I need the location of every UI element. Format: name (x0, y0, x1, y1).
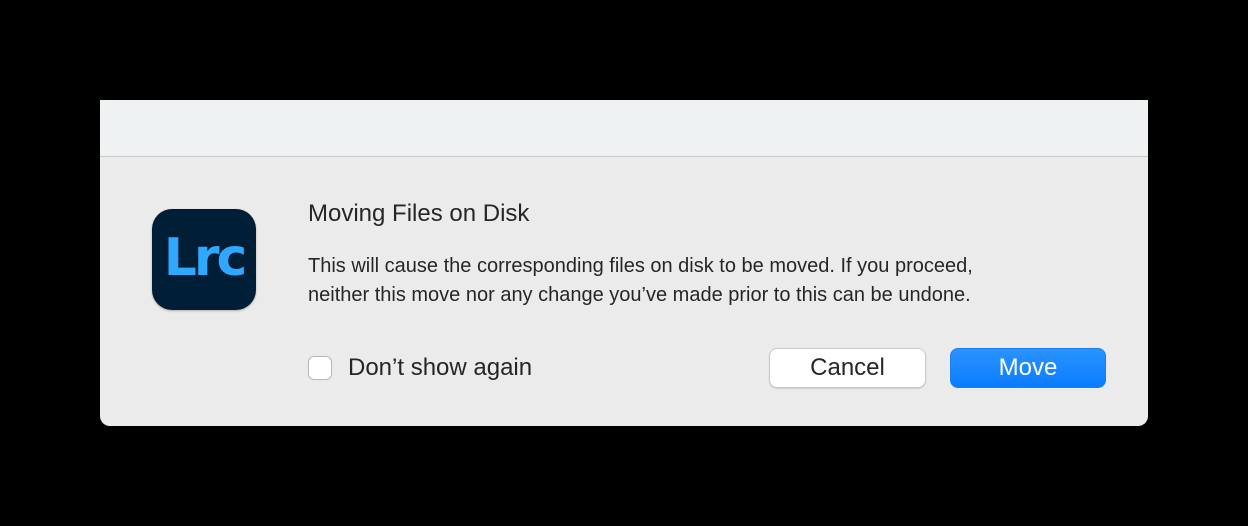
dont-show-again-option[interactable]: Don’t show again (308, 352, 532, 384)
dialog-message: This will cause the corresponding files … (308, 252, 973, 310)
dialog-titlebar (100, 100, 1148, 157)
app-icon-label: Lrc (163, 227, 248, 288)
dialog-message-line: neither this move nor any change you’ve … (308, 284, 971, 306)
dialog-message-line: This will cause the corresponding files … (308, 255, 973, 277)
move-button[interactable]: Move (950, 348, 1106, 388)
cancel-button[interactable]: Cancel (769, 348, 926, 388)
dialog-title: Moving Files on Disk (308, 200, 530, 227)
lightroom-classic-icon: Lrc (152, 209, 256, 310)
dont-show-again-checkbox[interactable] (308, 356, 332, 380)
dont-show-again-label[interactable]: Don’t show again (348, 354, 532, 382)
alert-dialog: Lrc Moving Files on Disk This will cause… (100, 100, 1148, 426)
